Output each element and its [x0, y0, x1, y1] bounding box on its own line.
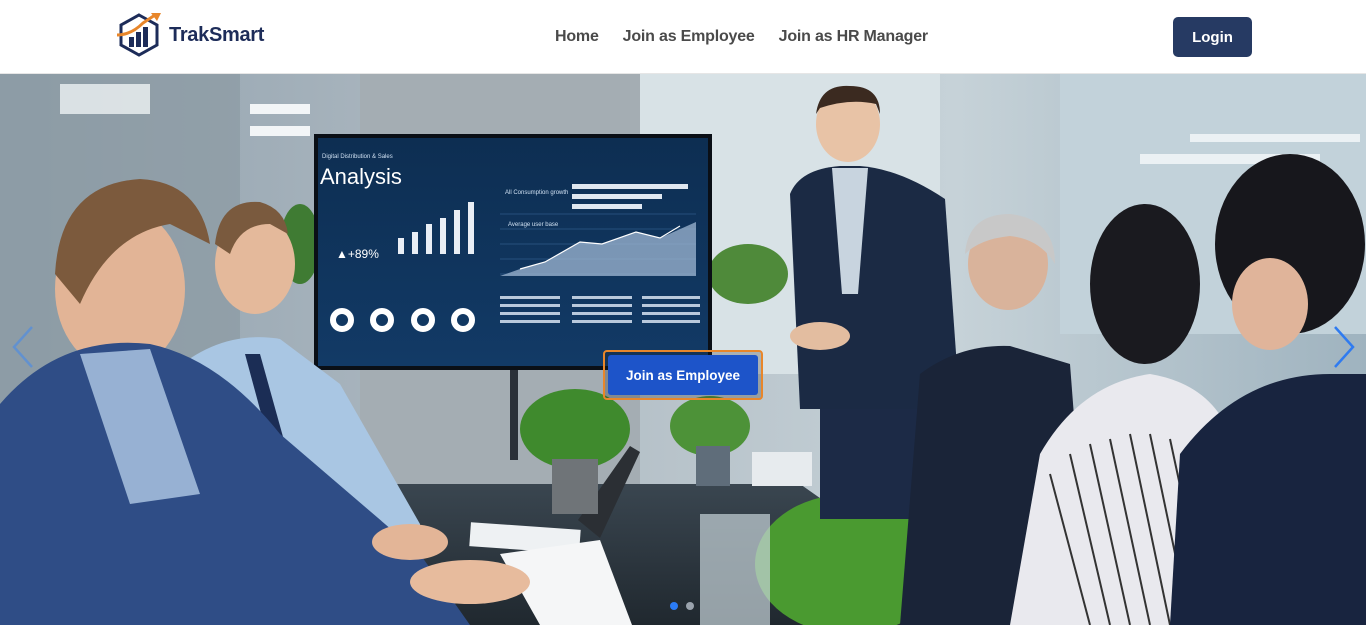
brand[interactable]: TrakSmart	[115, 10, 264, 60]
join-employee-cta-button[interactable]: Join as Employee	[608, 355, 758, 395]
screen-subtitle: Digital Distribution & Sales	[322, 154, 393, 160]
screen-average-label: Average user base	[508, 222, 559, 228]
carousel-dot-2[interactable]	[686, 602, 694, 610]
login-button[interactable]: Login	[1173, 17, 1252, 57]
nav-join-hr-manager[interactable]: Join as HR Manager	[779, 28, 929, 46]
chevron-left-icon[interactable]	[10, 324, 36, 370]
join-employee-cta-wrapper: Join as Employee	[603, 350, 763, 400]
hero-carousel: Digital Distribution & Sales Analysis ▲+…	[0, 74, 1366, 625]
screen-growth: ▲+89%	[336, 247, 379, 261]
nav-home[interactable]: Home	[555, 28, 599, 46]
main-nav: Home Join as Employee Join as HR Manager	[555, 28, 928, 46]
screen-chart-title: All Consumption growth	[505, 190, 568, 196]
chevron-right-icon[interactable]	[1331, 324, 1357, 370]
nav-join-employee[interactable]: Join as Employee	[623, 28, 755, 46]
brand-name: TrakSmart	[169, 23, 265, 46]
screen-title: Analysis	[320, 164, 402, 189]
carousel-dot-1[interactable]	[670, 602, 678, 610]
carousel-indicators	[670, 602, 694, 610]
brand-logo-icon	[116, 13, 161, 57]
top-navbar: TrakSmart Home Join as Employee Join as …	[0, 0, 1366, 74]
